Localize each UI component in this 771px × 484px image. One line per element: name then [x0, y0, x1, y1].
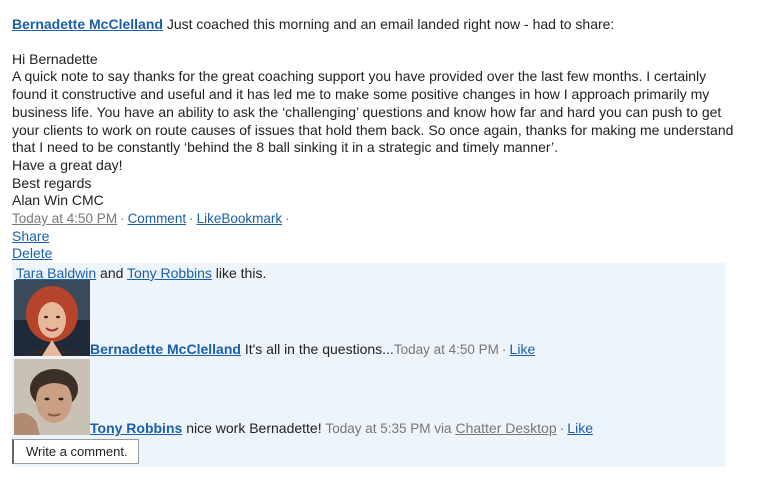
post-body-line: Best regards — [12, 174, 92, 191]
comment-item: Tony Robbins nice work Bernadette! Today… — [14, 359, 593, 437]
comment-like-link[interactable]: Like — [510, 341, 536, 357]
post-intro-text: Just coached this morning and an email l… — [166, 16, 615, 32]
avatar[interactable] — [14, 359, 90, 435]
post-timestamp-link[interactable]: Today at 4:50 PM — [12, 211, 117, 226]
comments-panel: Tara Baldwin and Tony Robbins like this.… — [12, 263, 725, 467]
comment-time: Today at 5:35 PM via — [325, 421, 452, 436]
post-author-link[interactable]: Bernadette McClelland — [12, 16, 163, 32]
avatar[interactable] — [14, 280, 90, 356]
via-link[interactable]: Chatter Desktop — [455, 420, 556, 436]
likes-suffix: like this. — [215, 265, 267, 281]
liker-link[interactable]: Tara Baldwin — [16, 265, 96, 281]
comment-author-link[interactable]: Tony Robbins — [90, 420, 182, 436]
comment-item: Bernadette McClelland It's all in the qu… — [14, 280, 535, 358]
separator: · — [559, 420, 565, 436]
comment-text: Bernadette McClelland It's all in the qu… — [90, 341, 535, 358]
liker-link[interactable]: Tony Robbins — [127, 265, 212, 281]
comment-like-link[interactable]: Like — [567, 420, 593, 436]
feed-post: Bernadette McClelland Just coached this … — [12, 16, 742, 263]
post-body-line: Have a great day! — [12, 156, 123, 173]
comment-time: Today at 4:50 PM — [393, 342, 499, 357]
separator: · — [120, 211, 125, 227]
separator: · — [285, 211, 290, 227]
separator: · — [189, 211, 194, 227]
post-body-line: Hi Bernadette — [12, 50, 98, 67]
post-meta: Today at 4:50 PM · Comment · LikeBookmark · — [12, 210, 742, 228]
comment-text: Tony Robbins nice work Bernadette! Today… — [90, 420, 593, 437]
separator: · — [501, 341, 507, 357]
comment-author-link[interactable]: Bernadette McClelland — [90, 341, 241, 357]
share-link[interactable]: Share — [12, 228, 49, 244]
post-header: Bernadette McClelland Just coached this … — [12, 16, 742, 34]
write-comment-input[interactable]: Write a comment. — [12, 439, 139, 464]
comment-body: It's all in the questions... — [244, 341, 394, 357]
comment-link[interactable]: Comment — [128, 211, 187, 226]
like-bookmark-link[interactable]: LikeBookmark — [197, 211, 283, 226]
post-body-line: Alan Win CMC — [12, 192, 104, 209]
delete-link[interactable]: Delete — [12, 245, 52, 261]
comment-body: nice work Bernadette! — [186, 420, 322, 436]
likes-conjunction: and — [100, 265, 124, 281]
post-body-paragraph: A quick note to say thanks for the great… — [12, 68, 734, 156]
